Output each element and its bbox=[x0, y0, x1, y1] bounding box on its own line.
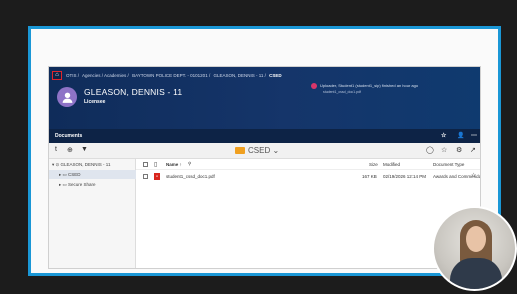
star-icon[interactable]: ☆ bbox=[441, 132, 446, 139]
more-icon[interactable]: ⋯ bbox=[471, 132, 477, 139]
column-type[interactable]: Document Type bbox=[433, 162, 464, 167]
file-type-icon: ▯ bbox=[154, 162, 158, 168]
star-icon[interactable]: ☆ bbox=[441, 146, 447, 154]
home-icon[interactable]: ⌂ bbox=[52, 71, 62, 80]
screen: ⌂ OTIS / Agencies / Academies / BAYTOWN … bbox=[0, 0, 517, 294]
folder-icon: ▸ ▭ bbox=[59, 172, 69, 177]
select-all-checkbox[interactable] bbox=[143, 162, 148, 167]
gear-icon[interactable]: ⚙ bbox=[456, 146, 462, 154]
upload-message: Uploader, Student1 (student1_sip) finish… bbox=[320, 83, 419, 89]
column-size[interactable]: Size bbox=[369, 162, 378, 167]
filter-icon[interactable]: ▼ bbox=[81, 146, 88, 153]
breadcrumb-item[interactable]: Agencies / Academies / bbox=[82, 73, 129, 78]
user-icon bbox=[62, 92, 72, 103]
search-icon[interactable]: ⚲ bbox=[188, 161, 191, 167]
column-name[interactable]: Name ↑ bbox=[166, 162, 182, 167]
breadcrumb-current: CSED bbox=[269, 73, 282, 78]
upload-notification[interactable]: Uploader, Student1 (student1_sip) finish… bbox=[311, 83, 419, 94]
pdf-icon: A bbox=[154, 173, 160, 180]
breadcrumb-item[interactable]: BAYTOWN POLICE DEPT. - 0101201 / bbox=[132, 73, 210, 78]
open-icon[interactable]: ↗ bbox=[470, 146, 476, 154]
folder-icon bbox=[235, 147, 245, 154]
webcam-overlay bbox=[432, 206, 517, 291]
tree-item-csed[interactable]: ▸ ▭ CSED bbox=[49, 170, 136, 179]
comment-icon[interactable]: ◯ bbox=[426, 146, 434, 154]
folder-selector[interactable]: CSED ⌄ bbox=[235, 146, 279, 155]
breadcrumb-bar: ⌂ OTIS / Agencies / Academies / BAYTOWN … bbox=[49, 70, 480, 81]
profile-role: Licensee bbox=[84, 99, 106, 105]
documents-title: Documents bbox=[55, 133, 83, 139]
presenter-body bbox=[450, 258, 502, 289]
presenter-face bbox=[466, 226, 486, 252]
table-row[interactable]: A student1_cssd_doc1.pdf 167 KB 02/19/20… bbox=[136, 171, 480, 182]
file-list: ▯ Name ↑ ⚲ Size Modified Document Type A… bbox=[136, 159, 480, 268]
documents-toolbar: t ⊕ ▼ CSED ⌄ ◯ ☆ ⚙ ↗ bbox=[49, 143, 480, 159]
breadcrumb-item[interactable]: OTIS / bbox=[66, 73, 79, 78]
notification-dot-icon bbox=[311, 83, 317, 89]
documents-bar: Documents ☆ 👤 ⋯ bbox=[49, 129, 480, 143]
upload-icon[interactable]: ⊕ bbox=[67, 146, 73, 154]
file-size: 167 KB bbox=[362, 174, 377, 179]
person-icon[interactable]: 👤 bbox=[457, 132, 464, 139]
folder-name: CSED bbox=[248, 146, 271, 155]
tree-root[interactable]: ▾ ⊙ GLEASON, DENNIS - 11 bbox=[52, 160, 110, 169]
avatar bbox=[57, 87, 77, 107]
chevron-down-icon: ▾ ⊙ bbox=[52, 162, 61, 167]
file-modified: 02/19/2026 12:14 PM bbox=[383, 174, 427, 179]
star-icon[interactable]: ☆ bbox=[471, 172, 476, 179]
breadcrumb-item[interactable]: GLEASON, DENNIS - 11 / bbox=[213, 73, 265, 78]
file-name[interactable]: student1_cssd_doc1.pdf bbox=[166, 174, 215, 179]
table-header: ▯ Name ↑ ⚲ Size Modified Document Type bbox=[136, 159, 480, 170]
tree-item-label: Secure Share bbox=[68, 182, 96, 187]
folder-icon: ▸ ▭ bbox=[59, 182, 69, 187]
upload-file[interactable]: student1_cssd_doc1.pdf bbox=[323, 90, 361, 94]
row-checkbox[interactable] bbox=[143, 174, 148, 179]
profile-name: GLEASON, DENNIS - 11 bbox=[84, 87, 183, 97]
breadcrumb: OTIS / Agencies / Academies / BAYTOWN PO… bbox=[66, 73, 284, 78]
tree-root-label: GLEASON, DENNIS - 11 bbox=[60, 162, 111, 167]
folder-tree: ▾ ⊙ GLEASON, DENNIS - 11 ▸ ▭ CSED ▸ ▭ Se… bbox=[49, 159, 136, 268]
tree-item-secure-share[interactable]: ▸ ▭ Secure Share bbox=[59, 180, 96, 189]
column-modified[interactable]: Modified bbox=[383, 162, 400, 167]
tree-item-label: CSED bbox=[68, 172, 81, 177]
chevron-down-icon: ⌄ bbox=[272, 146, 280, 155]
app-window: ⌂ OTIS / Agencies / Academies / BAYTOWN … bbox=[48, 66, 481, 269]
tag-icon[interactable]: t bbox=[55, 146, 57, 153]
